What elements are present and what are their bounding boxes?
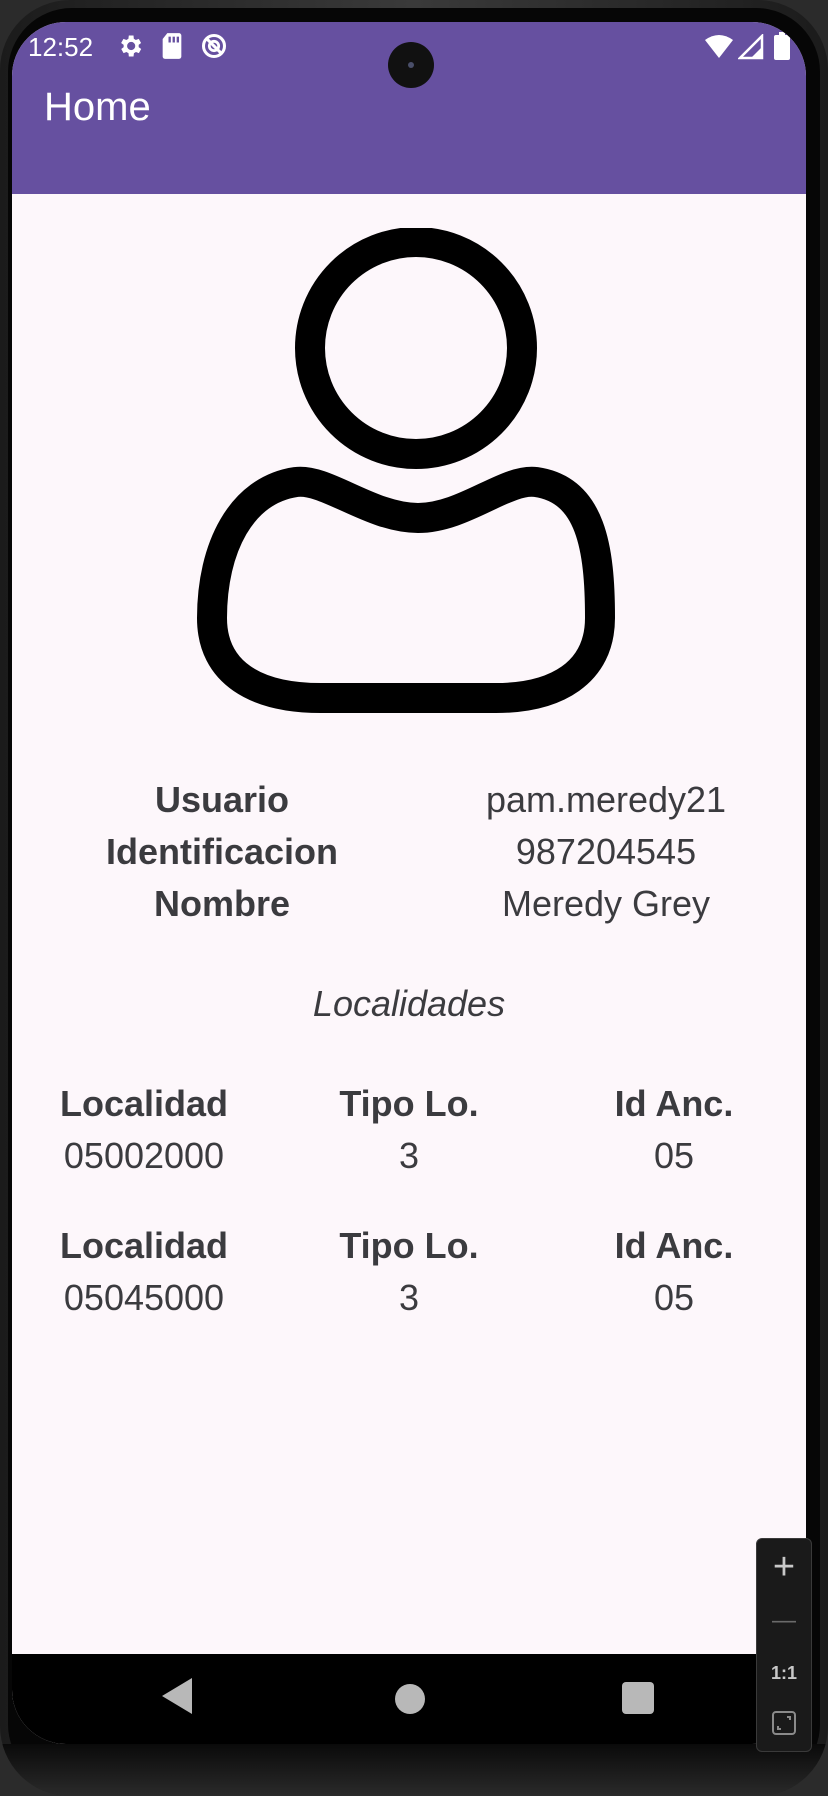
identification-value: 987204545 <box>515 831 697 872</box>
back-icon[interactable] <box>162 1678 192 1714</box>
localidad-header: Localidad <box>59 1225 229 1266</box>
tipo-value: 3 <box>398 1135 420 1176</box>
device-frame: 12:52 Home Usuario pam.meredy21 Identifi… <box>0 0 828 1796</box>
localidad-header: Localidad <box>59 1083 229 1124</box>
signal-icon <box>736 32 764 65</box>
device-bottom-edge <box>0 1744 828 1796</box>
person-outline-icon <box>196 227 622 736</box>
status-time: 12:52 <box>28 32 94 62</box>
system-nav-bar <box>12 1654 806 1744</box>
sd-card-icon <box>160 32 184 65</box>
app-bar: 12:52 Home <box>12 22 806 194</box>
localidad-value: 05002000 <box>63 1135 225 1176</box>
user-value: pam.meredy21 <box>485 779 727 820</box>
page-title: Home <box>44 85 151 129</box>
fit-screen-icon[interactable] <box>757 1705 811 1741</box>
zoom-in-button[interactable]: + <box>757 1543 811 1591</box>
id-anc-value: 05 <box>653 1277 695 1318</box>
battery-icon <box>774 32 790 65</box>
home-icon[interactable] <box>395 1684 425 1714</box>
id-anc-header: Id Anc. <box>614 1225 734 1266</box>
recents-icon[interactable] <box>622 1682 654 1714</box>
localidades-title: Localidades <box>312 983 506 1024</box>
localidad-value: 05045000 <box>63 1277 225 1318</box>
wifi-icon <box>704 34 734 65</box>
id-anc-header: Id Anc. <box>614 1083 734 1124</box>
screen: 12:52 Home Usuario pam.meredy21 Identifi… <box>12 22 806 1744</box>
gear-icon <box>116 32 144 65</box>
actual-size-button[interactable]: 1:1 <box>757 1653 811 1693</box>
identification-label: Identificacion <box>105 831 339 872</box>
tipo-header: Tipo Lo. <box>339 1225 479 1266</box>
zoom-out-button[interactable]: — <box>757 1597 811 1645</box>
name-label: Nombre <box>153 883 291 924</box>
front-camera <box>388 42 434 88</box>
tipo-header: Tipo Lo. <box>339 1083 479 1124</box>
name-value: Meredy Grey <box>501 883 711 924</box>
id-anc-value: 05 <box>653 1135 695 1176</box>
tipo-value: 3 <box>398 1277 420 1318</box>
user-label: Usuario <box>154 779 290 820</box>
no-tracking-icon <box>200 32 228 65</box>
zoom-controls: + — 1:1 <box>756 1538 812 1752</box>
